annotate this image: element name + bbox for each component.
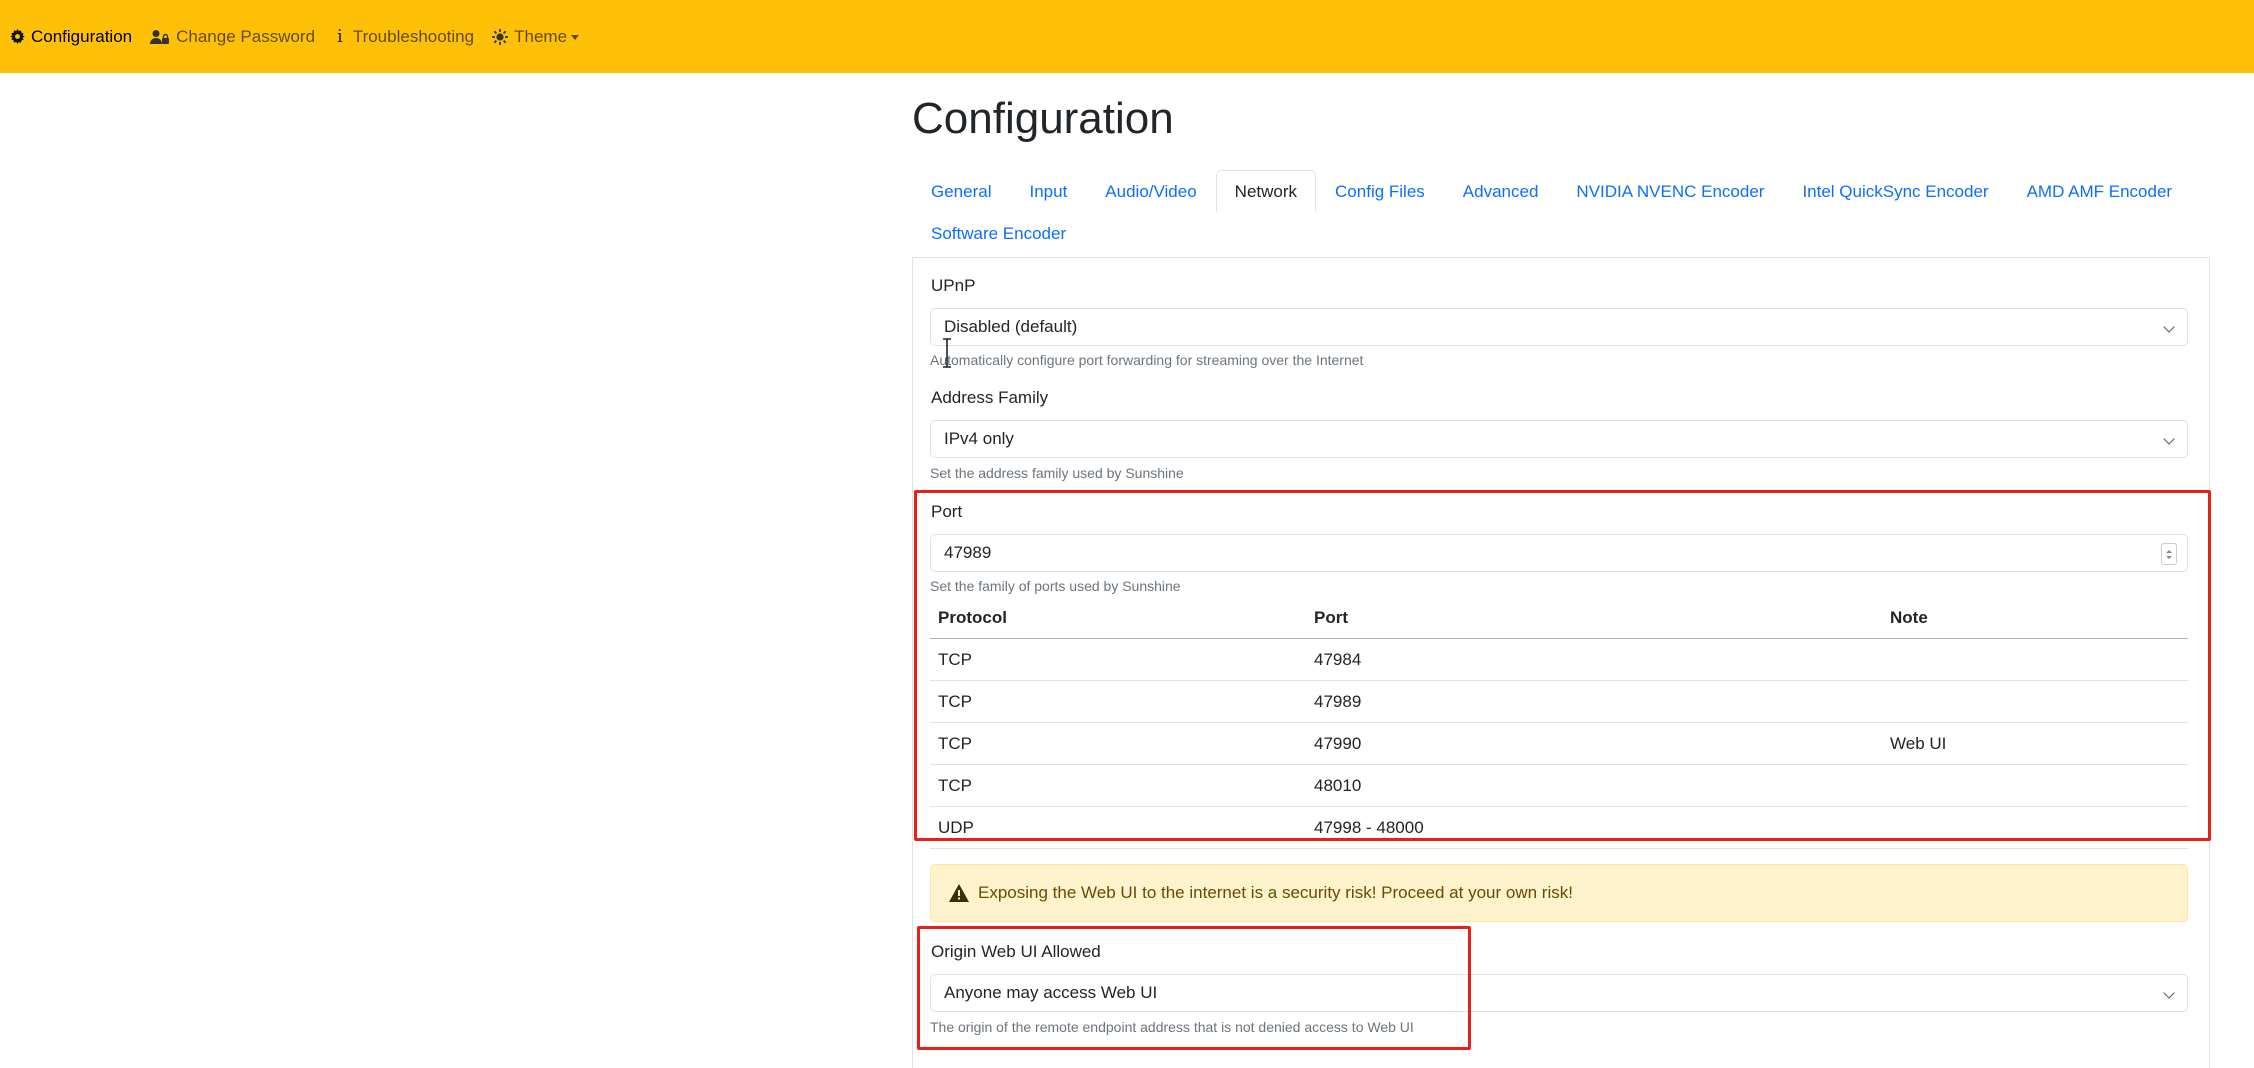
cell-protocol: TCP — [930, 764, 1306, 807]
network-settings-panel: UPnP Disabled (default) Automatically co… — [912, 257, 2210, 1068]
origin-help: The origin of the remote endpoint addres… — [930, 1019, 1414, 1035]
origin-select-value: Anyone may access Web UI — [944, 983, 1158, 1002]
cell-port: 47990 — [1306, 722, 1882, 765]
port-input[interactable]: 47989 — [930, 534, 2188, 572]
text-cursor-icon — [943, 338, 951, 368]
nav-label-theme: Theme — [514, 26, 568, 46]
top-navbar: Configuration Change Password i Troubles… — [0, 0, 2254, 73]
cell-protocol: TCP — [930, 680, 1306, 723]
config-tabs: General Input Audio/Video Network Config… — [912, 170, 2208, 254]
nav-label-configuration: Configuration — [31, 26, 133, 46]
security-warning-text: Exposing the Web UI to the internet is a… — [978, 883, 1573, 902]
cell-note — [1882, 806, 2188, 849]
chevron-down-icon — [2163, 433, 2175, 445]
nav-item-troubleshooting[interactable]: i Troubleshooting — [333, 26, 474, 47]
nav-label-change-password: Change Password — [176, 26, 316, 46]
cell-protocol: UDP — [930, 806, 1306, 849]
tab-nvidia-nvenc[interactable]: NVIDIA NVENC Encoder — [1557, 170, 1783, 212]
tab-general[interactable]: General — [912, 170, 1010, 212]
table-header-row: Protocol Port Note — [930, 598, 2188, 639]
cell-port: 48010 — [1306, 764, 1882, 807]
port-table: Protocol Port Note TCP 47984 TCP 47989 T… — [930, 598, 2188, 849]
tab-audio-video[interactable]: Audio/Video — [1086, 170, 1215, 212]
cell-note — [1882, 680, 2188, 723]
gear-icon — [10, 29, 25, 44]
tab-amd-amf[interactable]: AMD AMF Encoder — [2008, 170, 2192, 212]
nav-label-troubleshooting: Troubleshooting — [352, 26, 475, 46]
nav-menu: Configuration Change Password i Troubles… — [0, 0, 2254, 73]
warning-triangle-icon — [948, 883, 970, 903]
table-row: TCP 47984 — [930, 638, 2188, 681]
chevron-down-icon — [2163, 321, 2175, 333]
cell-note — [1882, 764, 2188, 807]
nav-item-theme[interactable]: Theme — [492, 26, 580, 47]
sun-icon — [492, 28, 509, 45]
chevron-down-icon — [2163, 987, 2175, 999]
cell-protocol: TCP — [930, 638, 1306, 681]
upnp-help: Automatically configure port forwarding … — [930, 352, 1364, 368]
cell-note — [1882, 638, 2188, 681]
cell-port: 47989 — [1306, 680, 1882, 723]
column-header-protocol: Protocol — [930, 598, 1306, 639]
origin-label: Origin Web UI Allowed — [931, 942, 1101, 961]
nav-item-configuration[interactable]: Configuration — [10, 27, 132, 47]
column-header-note: Note — [1882, 598, 2188, 639]
address-family-help: Set the address family used by Sunshine — [930, 465, 1184, 481]
page-title: Configuration — [912, 94, 1174, 143]
upnp-label: UPnP — [931, 276, 976, 295]
port-help: Set the family of ports used by Sunshine — [930, 578, 1181, 594]
tab-network[interactable]: Network — [1215, 170, 1317, 212]
info-icon: i — [337, 26, 343, 47]
security-warning-alert: Exposing the Web UI to the internet is a… — [930, 864, 2188, 922]
cell-port: 47984 — [1306, 638, 1882, 681]
table-row: TCP 48010 — [930, 764, 2188, 807]
tab-config-files[interactable]: Config Files — [1316, 170, 1444, 212]
cell-protocol: TCP — [930, 722, 1306, 765]
cell-note: Web UI — [1882, 722, 2188, 765]
tab-input[interactable]: Input — [1010, 170, 1086, 212]
caret-down-icon — [571, 35, 580, 40]
tab-software-encoder[interactable]: Software Encoder — [912, 223, 1085, 244]
upnp-select[interactable]: Disabled (default) — [930, 308, 2188, 346]
tab-advanced[interactable]: Advanced — [1444, 170, 1558, 212]
upnp-select-value: Disabled (default) — [944, 317, 1078, 336]
table-row: UDP 47998 - 48000 — [930, 806, 2188, 849]
nav-item-change-password[interactable]: Change Password — [150, 27, 315, 47]
column-header-port: Port — [1306, 598, 1882, 639]
user-lock-icon — [150, 29, 170, 45]
table-row: TCP 47989 — [930, 680, 2188, 723]
tab-intel-quicksync[interactable]: Intel QuickSync Encoder — [1783, 170, 2007, 212]
number-spinner[interactable] — [2161, 543, 2177, 565]
address-family-select[interactable]: IPv4 only — [930, 420, 2188, 458]
address-family-select-value: IPv4 only — [944, 429, 1014, 448]
table-row: TCP 47990 Web UI — [930, 722, 2188, 765]
origin-select[interactable]: Anyone may access Web UI — [930, 974, 2188, 1012]
port-input-value: 47989 — [944, 543, 992, 562]
address-family-label: Address Family — [931, 388, 1049, 407]
port-label: Port — [931, 502, 963, 521]
cell-port: 47998 - 48000 — [1306, 806, 1882, 849]
